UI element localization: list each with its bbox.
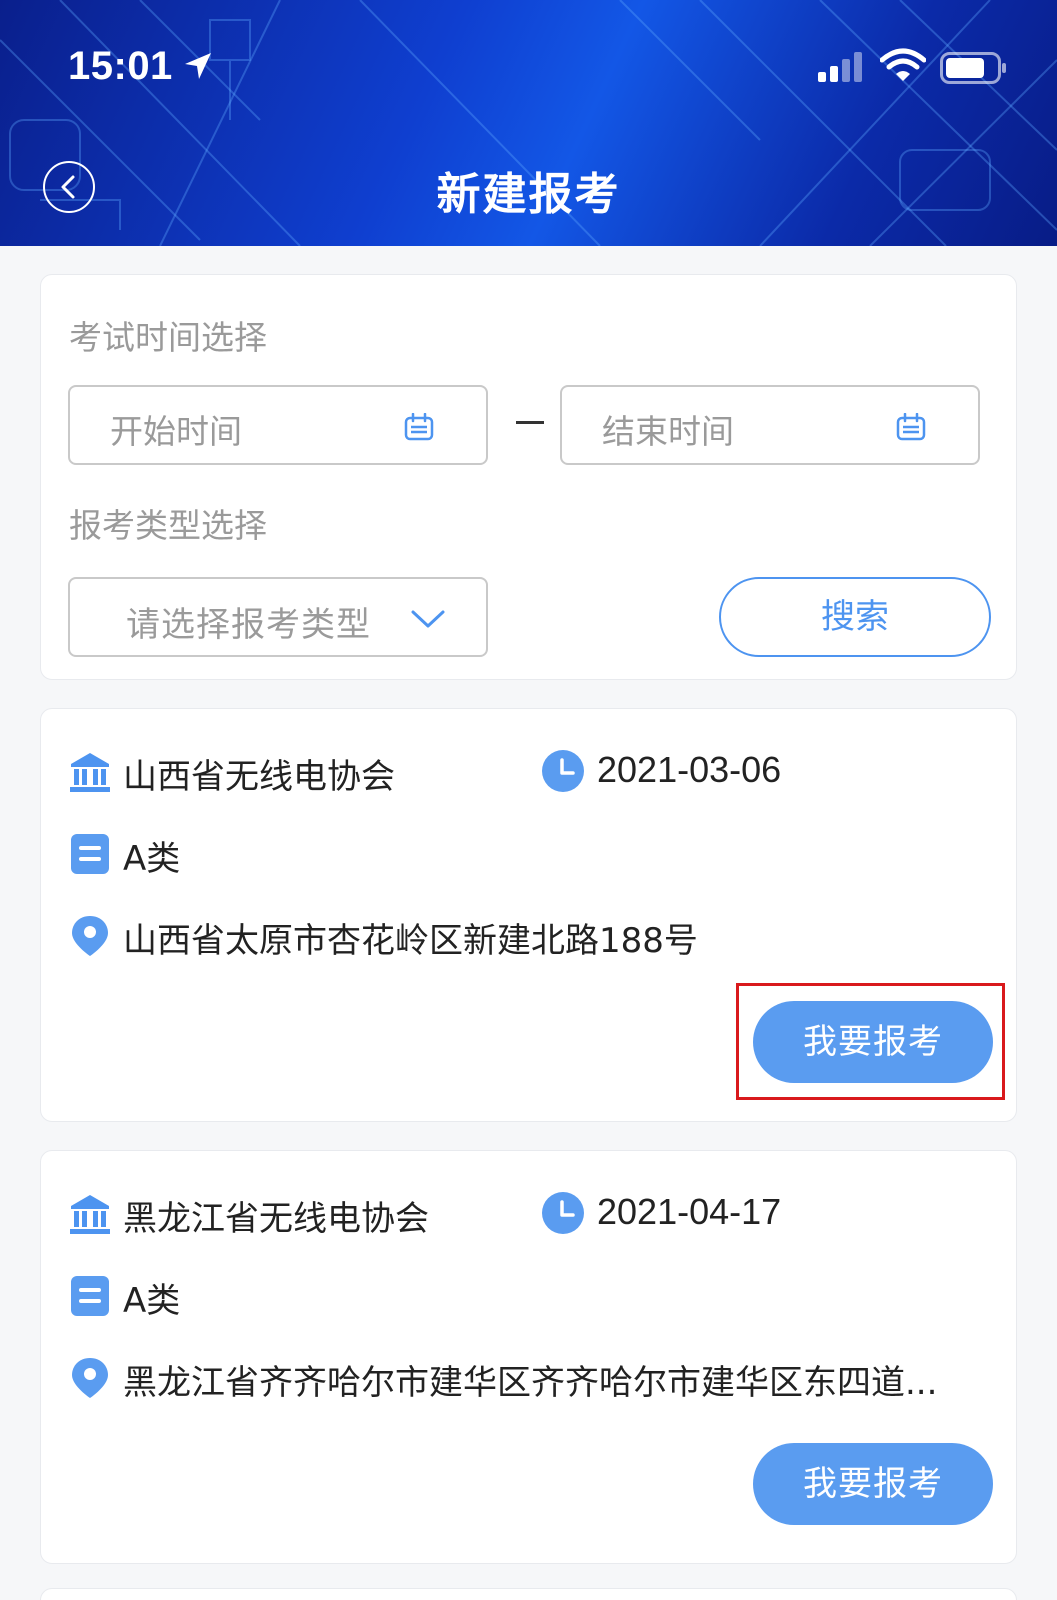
document-icon bbox=[71, 834, 109, 874]
exam-org-name: 黑龙江省无线电协会 bbox=[123, 1199, 429, 1239]
clock-icon bbox=[542, 750, 584, 792]
calendar-icon bbox=[404, 413, 434, 441]
exam-type-select[interactable]: 请选择报考类型 bbox=[68, 577, 488, 657]
clock-icon bbox=[542, 1192, 584, 1234]
highlight-box bbox=[736, 983, 1005, 1100]
end-time-field[interactable]: 结束时间 bbox=[560, 385, 980, 465]
start-time-field[interactable]: 开始时间 bbox=[68, 385, 488, 465]
exam-category: A类 bbox=[123, 1281, 181, 1321]
status-time: 15:01 bbox=[68, 44, 173, 88]
wifi-icon bbox=[880, 48, 926, 81]
exam-type-label: 报考类型选择 bbox=[69, 506, 267, 545]
institution-icon bbox=[70, 1195, 110, 1234]
exam-category: A类 bbox=[123, 839, 181, 879]
document-icon bbox=[71, 1276, 109, 1316]
calendar-icon bbox=[896, 413, 926, 441]
location-pin-icon bbox=[72, 916, 108, 956]
start-time-placeholder: 开始时间 bbox=[110, 412, 242, 451]
exam-address: 黑龙江省齐齐哈尔市建华区齐齐哈尔市建华区东四道... bbox=[123, 1363, 938, 1403]
exam-time-label: 考试时间选择 bbox=[69, 318, 267, 357]
date-range-separator bbox=[516, 421, 544, 424]
exam-address: 山西省太原市杏花岭区新建北路188号 bbox=[123, 921, 698, 961]
cellular-signal-icon bbox=[818, 52, 862, 82]
location-pin-icon bbox=[72, 1358, 108, 1398]
header: 15:01 新建报考 bbox=[0, 0, 1057, 246]
institution-icon bbox=[70, 753, 110, 792]
exam-card: 黑龙江省无线电协会 2021-04-17 A类 黑龙江省齐齐哈尔市建华区齐齐哈尔… bbox=[40, 1150, 1017, 1564]
filter-card: 考试时间选择 开始时间 结束时间 报考类型选择 请选择报考类型 搜索 bbox=[40, 274, 1017, 680]
apply-exam-button[interactable]: 我要报考 bbox=[753, 1443, 993, 1525]
exam-org-name: 山西省无线电协会 bbox=[123, 757, 395, 797]
end-time-placeholder: 结束时间 bbox=[602, 412, 734, 451]
exam-date: 2021-04-17 bbox=[597, 1191, 782, 1232]
exam-date: 2021-03-06 bbox=[597, 749, 782, 790]
exam-card bbox=[40, 1588, 1017, 1600]
exam-type-placeholder: 请选择报考类型 bbox=[126, 605, 371, 645]
search-button[interactable]: 搜索 bbox=[719, 577, 991, 657]
status-bar: 15:01 bbox=[0, 0, 1057, 130]
location-arrow-icon bbox=[185, 53, 211, 79]
page-title: 新建报考 bbox=[436, 169, 621, 220]
battery-icon bbox=[940, 52, 1006, 84]
chevron-down-icon bbox=[411, 610, 445, 628]
